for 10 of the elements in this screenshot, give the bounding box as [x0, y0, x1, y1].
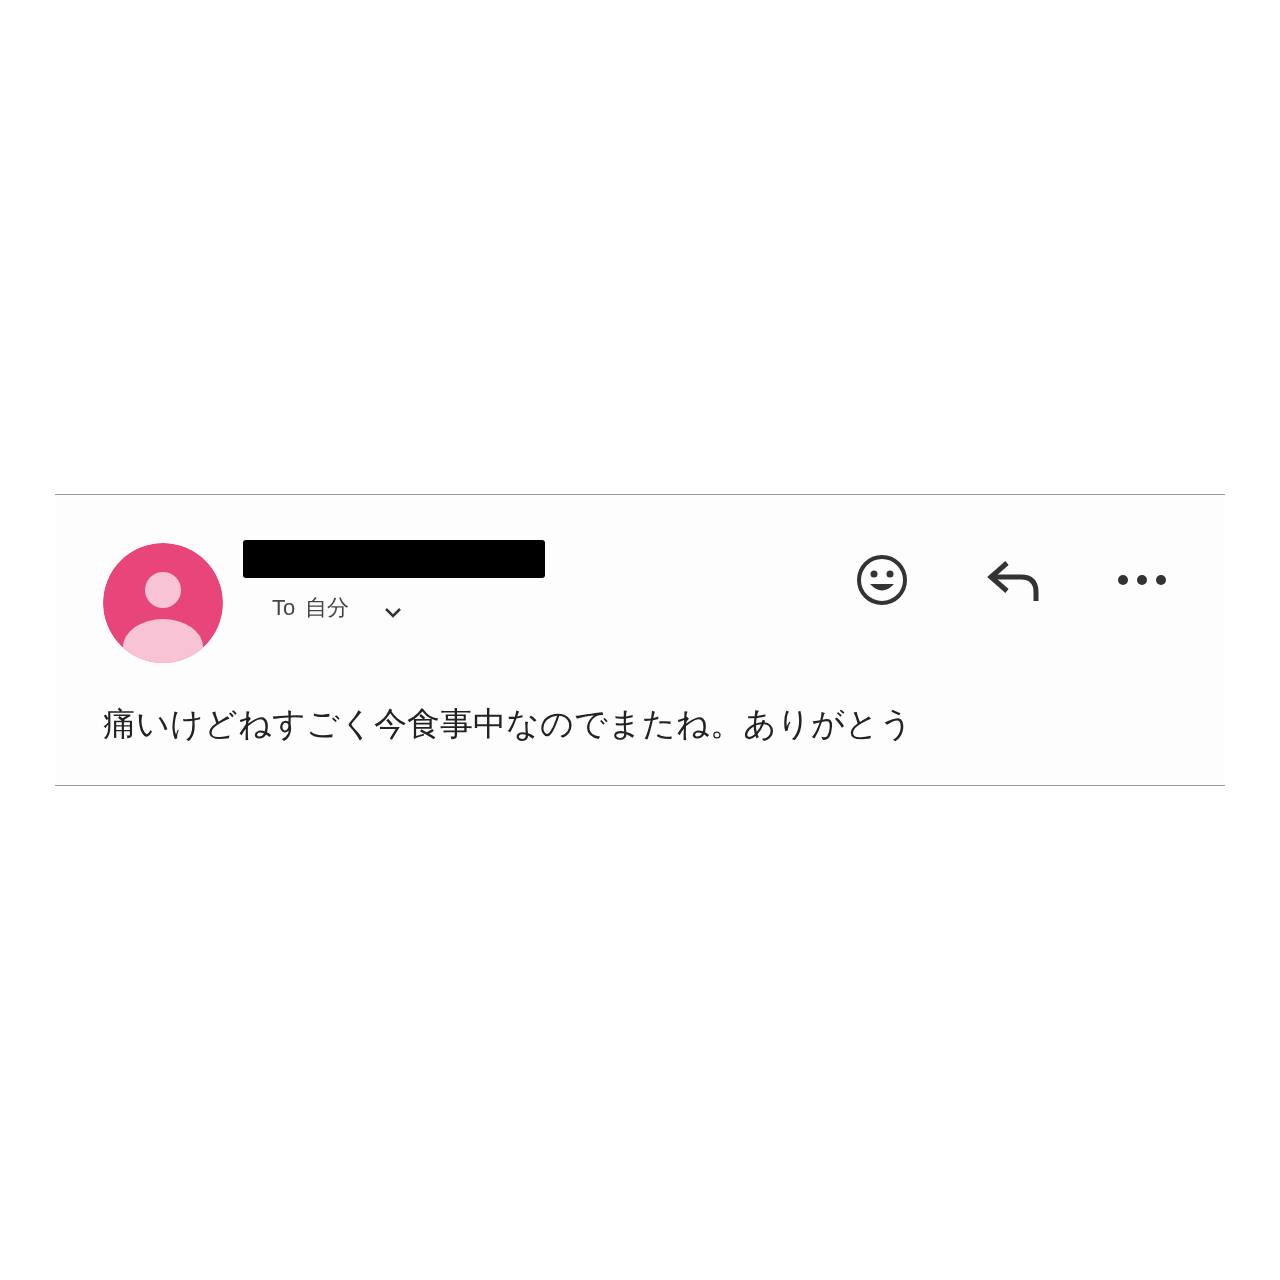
chevron-icon	[383, 605, 404, 620]
more-button[interactable]	[1117, 574, 1167, 586]
emoji-reaction-button[interactable]	[855, 553, 909, 607]
recipient-label: To	[272, 594, 296, 622]
smiley-icon	[855, 553, 909, 607]
avatar-icon	[103, 543, 223, 663]
expand-details-button[interactable]	[383, 605, 404, 620]
message-body: 痛いけどねすごく今食事中なのでまたね。ありがとう	[103, 703, 914, 745]
more-icon	[1117, 574, 1167, 586]
recipient-name: 自分	[305, 594, 350, 622]
